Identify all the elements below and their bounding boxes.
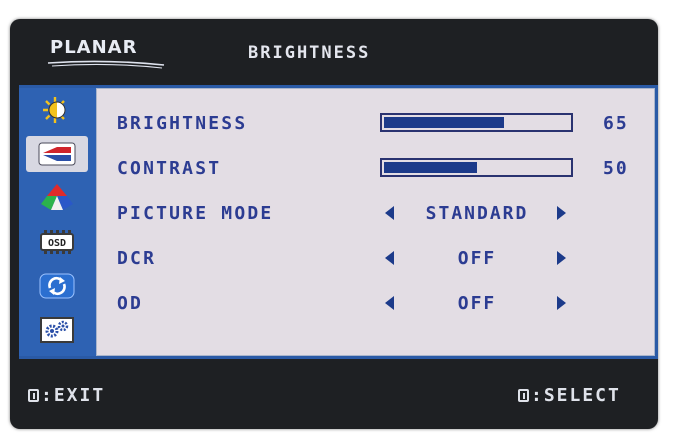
od-right-arrow-icon[interactable] bbox=[557, 296, 566, 310]
image-adjust-icon bbox=[35, 139, 79, 169]
contrast-value: 50 bbox=[603, 158, 629, 179]
exit-hint[interactable]: :EXIT bbox=[28, 385, 105, 406]
sidebar-item-image-adjust[interactable] bbox=[26, 136, 88, 172]
picture-mode-left-arrow-icon[interactable] bbox=[385, 206, 394, 220]
osd-footer: :EXIT :SELECT bbox=[10, 359, 658, 429]
settings-panel: BRIGHTNESS 65 CONTRAST 50 PICTURE MODE S… bbox=[96, 88, 655, 356]
menu-title: BRIGHTNESS bbox=[248, 43, 371, 63]
osd-icon: OSD bbox=[35, 227, 79, 257]
sidebar: OSD bbox=[19, 88, 96, 356]
contrast-row[interactable]: CONTRAST 50 bbox=[97, 152, 656, 182]
picture-mode-value: STANDARD bbox=[425, 203, 529, 224]
brightness-row[interactable]: BRIGHTNESS 65 bbox=[97, 107, 656, 137]
sidebar-item-settings[interactable] bbox=[26, 312, 88, 348]
brightness-label: BRIGHTNESS bbox=[117, 113, 248, 134]
dcr-value: OFF bbox=[457, 248, 497, 269]
exit-label: :EXIT bbox=[41, 385, 106, 406]
sidebar-item-color[interactable] bbox=[26, 180, 88, 216]
svg-text:OSD: OSD bbox=[48, 238, 66, 249]
contrast-slider[interactable] bbox=[380, 158, 573, 177]
brightness-slider-fill bbox=[384, 117, 504, 128]
contrast-slider-fill bbox=[384, 162, 477, 173]
dcr-left-arrow-icon[interactable] bbox=[385, 251, 394, 265]
brand-logo: PLANAR bbox=[50, 37, 138, 58]
select-key-icon bbox=[518, 389, 529, 402]
color-icon bbox=[35, 183, 79, 213]
sidebar-item-reset[interactable] bbox=[26, 268, 88, 304]
dcr-row[interactable]: DCR OFF bbox=[97, 242, 656, 272]
osd-header: PLANAR BRIGHTNESS bbox=[10, 19, 658, 85]
dcr-label: DCR bbox=[117, 248, 157, 269]
picture-mode-row[interactable]: PICTURE MODE STANDARD bbox=[97, 197, 656, 227]
od-left-arrow-icon[interactable] bbox=[385, 296, 394, 310]
contrast-label: CONTRAST bbox=[117, 158, 222, 179]
exit-key-icon bbox=[28, 389, 39, 402]
sidebar-item-osd[interactable]: OSD bbox=[26, 224, 88, 260]
reset-icon bbox=[35, 271, 79, 301]
osd-window: PLANAR BRIGHTNESS OSD BRIGHTNESS 65 CONT… bbox=[10, 19, 658, 429]
select-label: :SELECT bbox=[531, 385, 621, 406]
od-label: OD bbox=[117, 293, 144, 314]
brightness-slider[interactable] bbox=[380, 113, 573, 132]
brightness-icon bbox=[35, 95, 79, 125]
sidebar-item-brightness[interactable] bbox=[26, 92, 88, 128]
logo-swoosh-icon bbox=[47, 60, 165, 69]
select-hint[interactable]: :SELECT bbox=[518, 385, 621, 406]
picture-mode-label: PICTURE MODE bbox=[117, 203, 274, 224]
settings-icon bbox=[35, 315, 79, 345]
dcr-right-arrow-icon[interactable] bbox=[557, 251, 566, 265]
brightness-value: 65 bbox=[603, 113, 629, 134]
picture-mode-right-arrow-icon[interactable] bbox=[557, 206, 566, 220]
od-value: OFF bbox=[457, 293, 497, 314]
osd-body: OSD BRIGHTNESS 65 CONTRAST 50 PICTURE MO… bbox=[19, 85, 658, 359]
od-row[interactable]: OD OFF bbox=[97, 287, 656, 317]
